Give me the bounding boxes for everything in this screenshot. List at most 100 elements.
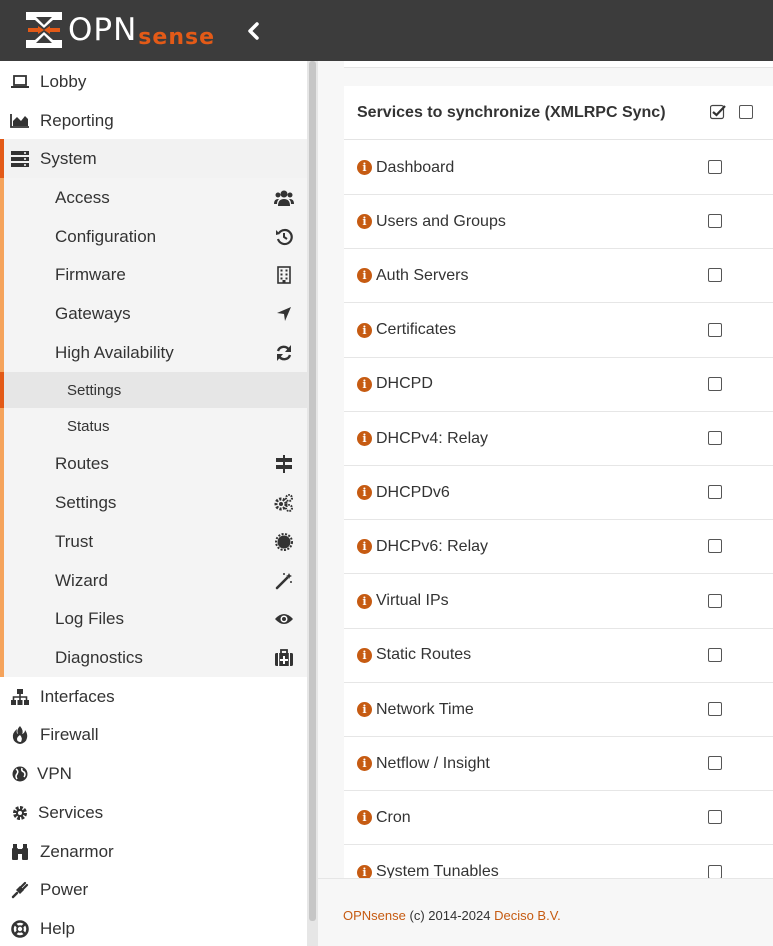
service-label: Certificates bbox=[376, 321, 457, 339]
sidebar-item-label: Trust bbox=[55, 531, 94, 551]
info-icon[interactable]: i bbox=[357, 268, 372, 284]
sidebar-item-label: Firewall bbox=[40, 724, 99, 744]
service-sync-checkbox[interactable] bbox=[708, 160, 722, 174]
top-bar: OPNsense bbox=[0, 0, 773, 61]
sidebar-item-label: Diagnostics bbox=[55, 647, 143, 667]
sidebar-item-label: Wizard bbox=[55, 570, 108, 590]
info-icon[interactable]: i bbox=[357, 214, 372, 230]
info-icon[interactable]: i bbox=[357, 376, 372, 392]
building-icon bbox=[273, 264, 295, 286]
service-label: Cron bbox=[376, 808, 411, 826]
footer-brand-link[interactable]: OPNsense bbox=[343, 908, 406, 923]
info-icon[interactable]: i bbox=[357, 431, 372, 446]
info-icon[interactable]: i bbox=[357, 160, 372, 175]
sidebar-item-wizard[interactable]: Wizard bbox=[0, 561, 307, 600]
service-sync-checkbox[interactable] bbox=[708, 322, 722, 337]
cog-icon bbox=[10, 803, 30, 823]
fire-icon bbox=[10, 725, 30, 745]
service-sync-checkbox[interactable] bbox=[708, 214, 722, 229]
plug-icon bbox=[10, 880, 30, 900]
refresh-icon bbox=[273, 342, 295, 364]
table-row: i DHCPv4: Relay bbox=[344, 412, 773, 466]
sidebar-item-services[interactable]: Services bbox=[0, 793, 307, 832]
table-row: i Static Routes bbox=[344, 629, 773, 683]
sidebar-item-access[interactable]: Access bbox=[0, 178, 307, 217]
service-sync-checkbox[interactable] bbox=[708, 376, 722, 391]
service-sync-checkbox[interactable] bbox=[708, 702, 722, 716]
binoculars-icon bbox=[10, 842, 30, 862]
table-row: i Virtual IPs bbox=[344, 575, 773, 629]
info-icon[interactable]: i bbox=[357, 647, 372, 663]
sidebar-item-system[interactable]: System bbox=[0, 139, 307, 178]
sidebar-item-log-files[interactable]: Log Files bbox=[0, 599, 307, 638]
sidebar-item-ha-status[interactable]: Status bbox=[0, 408, 307, 444]
service-sync-checkbox[interactable] bbox=[708, 485, 722, 500]
sidebar-item-help[interactable]: Help bbox=[0, 909, 307, 946]
service-label: Static Routes bbox=[376, 646, 472, 664]
sidebar-item-label: Routes bbox=[55, 453, 109, 473]
select-all-check-icon[interactable] bbox=[710, 104, 726, 120]
sidebar-item-configuration[interactable]: Configuration bbox=[0, 217, 307, 256]
sidebar-item-lobby[interactable]: Lobby bbox=[0, 62, 307, 101]
logo-text: OPNsense bbox=[68, 11, 215, 48]
sidebar-item-reporting[interactable]: Reporting bbox=[0, 101, 307, 140]
info-icon[interactable]: i bbox=[357, 322, 372, 338]
table-header: Services to synchronize (XMLRPC Sync) bbox=[344, 86, 773, 140]
sidebar-item-label: Access bbox=[55, 187, 110, 207]
sidebar-item-label: System bbox=[40, 148, 97, 168]
sidebar-item-settings[interactable]: Settings bbox=[0, 483, 307, 522]
sidebar-item-gateways[interactable]: Gateways bbox=[0, 294, 307, 333]
info-icon[interactable]: i bbox=[357, 864, 372, 878]
service-sync-checkbox[interactable] bbox=[708, 539, 722, 554]
sidebar-item-firewall[interactable]: Firewall bbox=[0, 715, 307, 754]
sidebar-item-ha-settings[interactable]: Settings bbox=[0, 372, 307, 408]
collapse-sidebar-button[interactable] bbox=[244, 19, 264, 43]
opnsense-logo-icon bbox=[26, 12, 62, 48]
sidebar-item-label: Settings bbox=[67, 381, 122, 399]
info-icon[interactable]: i bbox=[357, 485, 372, 501]
service-sync-checkbox[interactable] bbox=[708, 268, 722, 283]
sidebar-item-firmware[interactable]: Firmware bbox=[0, 255, 307, 294]
service-sync-checkbox[interactable] bbox=[708, 593, 722, 608]
sidebar-item-diagnostics[interactable]: Diagnostics bbox=[0, 638, 307, 677]
info-icon[interactable]: i bbox=[357, 593, 372, 609]
info-icon[interactable]: i bbox=[357, 810, 372, 826]
sidebar-scrollbar[interactable] bbox=[307, 61, 318, 946]
laptop-icon bbox=[10, 72, 30, 92]
info-icon[interactable]: i bbox=[357, 702, 372, 717]
table-row: i DHCPD bbox=[344, 358, 773, 412]
sidebar-item-interfaces[interactable]: Interfaces bbox=[0, 677, 307, 716]
service-label: Auth Servers bbox=[376, 266, 469, 284]
service-sync-checkbox[interactable] bbox=[708, 864, 722, 878]
previous-panel-edge bbox=[344, 61, 773, 68]
sidebar-item-vpn[interactable]: VPN bbox=[0, 754, 307, 793]
logo-text-accent: sense bbox=[138, 24, 215, 50]
sidebar-item-zenarmor[interactable]: Zenarmor bbox=[0, 832, 307, 871]
table-row: i Certificates bbox=[344, 304, 773, 358]
service-label: DHCPv6: Relay bbox=[376, 537, 489, 555]
logo-text-main: OPN bbox=[68, 11, 138, 48]
service-label: Network Time bbox=[376, 700, 474, 718]
eye-icon bbox=[273, 608, 295, 630]
opnsense-logo[interactable]: OPNsense bbox=[24, 10, 215, 50]
sidebar-item-routes[interactable]: Routes bbox=[0, 444, 307, 483]
footer-company-link[interactable]: Deciso B.V. bbox=[494, 908, 561, 923]
sidebar-item-high-availability[interactable]: High Availability bbox=[0, 333, 307, 372]
table-row: i Cron bbox=[344, 791, 773, 846]
info-icon[interactable]: i bbox=[357, 756, 372, 772]
chevron-left-icon bbox=[248, 22, 259, 40]
service-sync-checkbox[interactable] bbox=[708, 810, 722, 825]
service-sync-checkbox[interactable] bbox=[708, 756, 722, 771]
deselect-all-checkbox[interactable] bbox=[739, 105, 753, 119]
service-sync-checkbox[interactable] bbox=[708, 647, 722, 662]
sidebar-item-power[interactable]: Power bbox=[0, 870, 307, 909]
sidebar-item-label: Lobby bbox=[40, 71, 87, 91]
service-sync-checkbox[interactable] bbox=[708, 431, 722, 445]
sidebar-scrollbar-thumb[interactable] bbox=[309, 61, 316, 921]
service-label: DHCPv4: Relay bbox=[376, 429, 489, 447]
info-icon[interactable]: i bbox=[357, 539, 372, 555]
sidebar-item-label: Help bbox=[40, 918, 75, 938]
table-row: i Users and Groups bbox=[344, 195, 773, 250]
medkit-icon bbox=[273, 647, 295, 669]
sidebar-item-trust[interactable]: Trust bbox=[0, 522, 307, 561]
